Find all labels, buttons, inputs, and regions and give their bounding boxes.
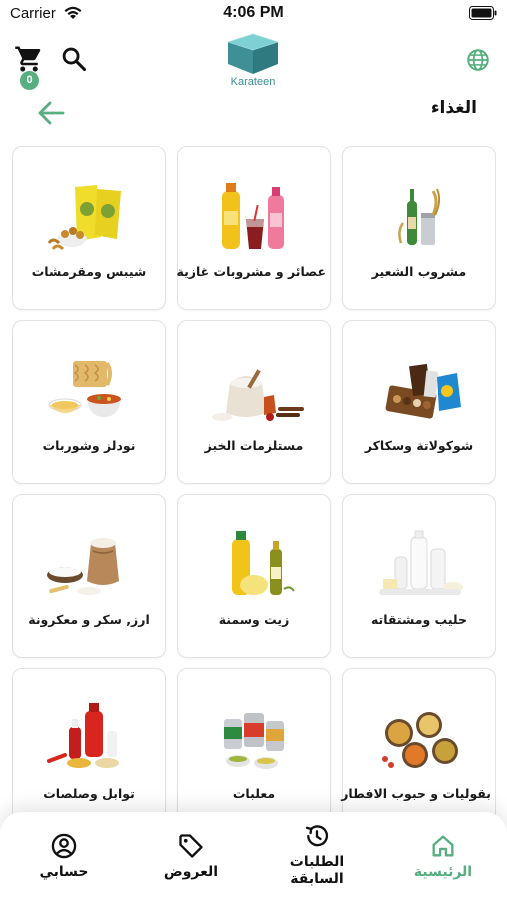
malt-drink-image (398, 188, 441, 245)
logo-text: Karateen (230, 76, 276, 88)
nav-offers[interactable]: العروض (148, 822, 234, 892)
rice-image (47, 538, 119, 595)
juice-soda-image (222, 183, 284, 249)
noodles-image (48, 361, 121, 417)
status-time: 4:06 PM (223, 4, 284, 21)
category-card[interactable]: بقوليات و حبوب الافطار (341, 668, 496, 826)
category-label: زيت وسمنة (218, 612, 290, 627)
baking-image (212, 369, 304, 421)
category-card[interactable]: شوكولاتة وسكاكر (342, 320, 496, 484)
oil-image (232, 531, 295, 595)
account-icon (51, 833, 77, 859)
nav-account-label: حسابي (39, 864, 89, 880)
category-card[interactable]: مشروب الشعير (342, 146, 496, 310)
category-card[interactable]: زيت وسمنة (177, 494, 331, 658)
page-title: الغذاء (430, 98, 477, 118)
category-label: شيبس ومقرمشات (31, 264, 147, 279)
category-card[interactable]: ارز, سكر و معكرونة (12, 494, 166, 658)
category-card[interactable]: نودلز وشوربات (12, 320, 166, 484)
logo-cube-icon (227, 33, 279, 74)
category-card[interactable]: شيبس ومقرمشات (12, 146, 166, 310)
category-card[interactable]: مستلزمات الخبز (177, 320, 331, 484)
home-icon (432, 835, 454, 857)
chocolate-image (385, 363, 461, 419)
category-label: معلبات (232, 786, 276, 801)
search-icon[interactable] (60, 45, 88, 73)
nav-orders-label-line1: الطلبات (289, 854, 345, 870)
nav-home-label: الرئيسية (413, 864, 473, 880)
nav-previous-orders[interactable]: الطلبات السابقة (272, 822, 362, 892)
history-icon (305, 825, 329, 847)
category-label: مشروب الشعير (371, 264, 467, 279)
chips-image (47, 185, 121, 251)
cart-count-badge: 0 (20, 71, 39, 90)
nav-home[interactable]: الرئيسية (398, 822, 488, 892)
globe-icon[interactable] (465, 47, 491, 73)
spices-image (47, 703, 119, 768)
category-label: عصائر و مشروبات غازية (176, 264, 327, 279)
back-arrow-icon[interactable] (36, 100, 66, 126)
nav-account[interactable]: حسابي (24, 822, 104, 892)
category-label: توابل وصلصات (43, 786, 135, 801)
bottom-nav: الرئيسية الطلبات السابقة العروض حسابي (0, 812, 507, 900)
category-label: مستلزمات الخبز (204, 438, 304, 453)
tag-icon (179, 834, 203, 858)
category-label: بقوليات و حبوب الافطار (341, 786, 491, 801)
status-bar: Carrier 4:06 PM (0, 0, 507, 28)
app-logo: Karateen (222, 30, 284, 90)
category-card[interactable]: معلبات (177, 668, 331, 826)
category-label: نودلز وشوربات (42, 438, 136, 453)
category-label: حليب ومشتقاته (370, 612, 468, 627)
category-card[interactable]: حليب ومشتقاته (342, 494, 496, 658)
category-label: ارز, سكر و معكرونة (28, 612, 150, 627)
category-grid: مشروب الشعير عصائر و مشروبات غازية شيبس … (12, 146, 496, 826)
legumes-image (382, 712, 458, 768)
milk-image (379, 530, 463, 595)
battery-icon (469, 6, 497, 20)
nav-orders-label-line2: السابقة (290, 871, 344, 887)
cart-icon[interactable] (14, 44, 44, 74)
nav-offers-label: العروض (163, 864, 219, 880)
canned-image (224, 713, 284, 769)
category-card[interactable]: توابل وصلصات (12, 668, 166, 826)
category-label: شوكولاتة وسكاكر (364, 438, 474, 453)
category-card[interactable]: عصائر و مشروبات غازية (177, 146, 331, 310)
